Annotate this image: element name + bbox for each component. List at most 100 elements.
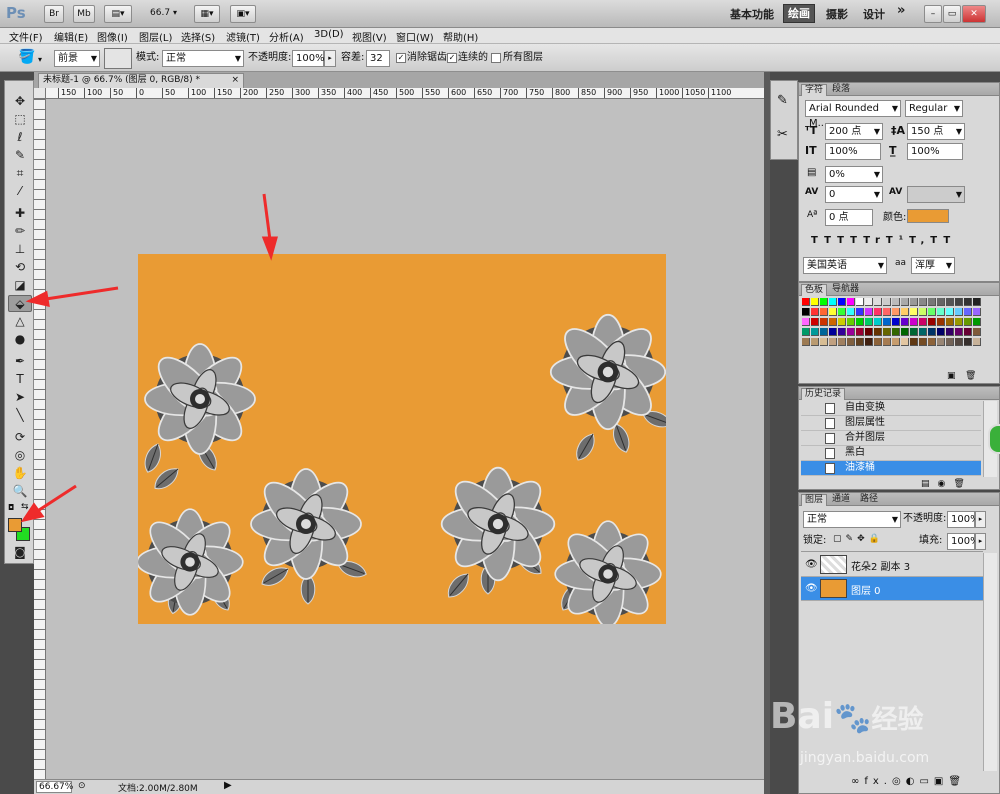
zoom-level-select[interactable]: 66.7	[150, 8, 170, 18]
new-group-icon[interactable]: ▭	[919, 776, 933, 787]
color-swatch[interactable]	[865, 318, 873, 326]
color-swatch[interactable]	[856, 318, 864, 326]
quick-selection-tool-icon[interactable]: ✎	[8, 147, 32, 164]
mode-select[interactable]: 正常 ▼	[162, 50, 244, 67]
color-swatch[interactable]	[973, 328, 981, 336]
vertical-scale-input[interactable]: 100%	[825, 143, 881, 160]
baseline-shift-input[interactable]: 0 点	[825, 209, 873, 226]
close-window-button[interactable]: ✕	[962, 5, 986, 23]
swatch-grid[interactable]	[802, 298, 982, 368]
fill-input[interactable]: 100%	[947, 533, 980, 550]
color-swatch[interactable]	[820, 318, 828, 326]
color-swatch[interactable]	[802, 308, 810, 316]
clone-stamp-tool-icon[interactable]: ⊥	[8, 241, 32, 258]
color-swatch[interactable]	[820, 328, 828, 336]
foreground-color-swatch[interactable]	[8, 518, 22, 532]
tab-channels[interactable]: 通道	[829, 494, 853, 506]
color-swatch[interactable]	[946, 318, 954, 326]
color-swatch[interactable]	[811, 338, 819, 346]
faux-bold-button[interactable]: T	[811, 235, 824, 246]
color-swatch[interactable]	[901, 308, 909, 316]
color-swatch[interactable]	[892, 328, 900, 336]
color-swatch[interactable]	[883, 318, 891, 326]
status-icon[interactable]: ⊙	[78, 781, 86, 791]
color-swatch[interactable]	[874, 318, 882, 326]
opacity-slider-button[interactable]: ▸	[324, 50, 336, 67]
lock-all-icon[interactable]: 🔒	[869, 534, 884, 544]
side-feedback-button[interactable]	[988, 424, 1000, 454]
menu-help[interactable]: 帮助(H)	[443, 29, 478, 44]
layer-row-flower-copy[interactable]: 👁 花朵2 副本 3	[801, 553, 983, 577]
paint-bucket-tool-icon[interactable]: ⬙	[8, 295, 32, 312]
color-swatch[interactable]	[946, 298, 954, 306]
lock-buttons[interactable]: ▢✎✥🔒	[833, 534, 884, 544]
chevron-down-icon[interactable]: ▾	[173, 8, 177, 17]
color-swatch[interactable]	[892, 318, 900, 326]
color-swatch[interactable]	[964, 308, 972, 316]
quick-mask-icon[interactable]: ◙	[8, 544, 32, 561]
type-tool-icon[interactable]: T	[8, 371, 32, 388]
menu-select[interactable]: 选择(S)	[181, 29, 215, 44]
color-swatch[interactable]	[802, 318, 810, 326]
color-swatch[interactable]	[910, 318, 918, 326]
layer-opacity-input[interactable]: 100%	[947, 511, 980, 528]
color-swatch[interactable]	[910, 308, 918, 316]
color-swatch[interactable]	[847, 308, 855, 316]
color-swatch[interactable]	[892, 308, 900, 316]
color-swatch[interactable]	[910, 338, 918, 346]
layer-actions[interactable]: ∞fx.◎◐▭▣🗑	[851, 776, 966, 787]
lock-transparency-icon[interactable]: ▢	[833, 534, 846, 544]
color-swatch[interactable]	[973, 308, 981, 316]
restore-button[interactable]: ▭	[943, 5, 961, 23]
delete-swatch-icon[interactable]: 🗑	[965, 371, 976, 381]
color-swatch[interactable]	[856, 338, 864, 346]
color-swatch[interactable]	[910, 328, 918, 336]
tracking-select[interactable]: ▼	[907, 186, 965, 203]
lock-pixels-icon[interactable]: ✎	[846, 534, 858, 544]
color-swatch[interactable]	[937, 328, 945, 336]
color-swatch[interactable]	[892, 298, 900, 306]
color-swatch[interactable]	[901, 328, 909, 336]
color-swatch[interactable]	[865, 308, 873, 316]
color-swatch[interactable]	[865, 338, 873, 346]
menu-analysis[interactable]: 分析(A)	[269, 29, 304, 44]
color-swatch[interactable]	[910, 298, 918, 306]
color-swatch[interactable]	[901, 298, 909, 306]
color-swatch[interactable]	[820, 298, 828, 306]
antialias-method-select[interactable]: 浑厚 ▼	[911, 257, 955, 274]
layers-scrollbar[interactable]	[983, 553, 997, 771]
color-swatch[interactable]	[820, 308, 828, 316]
leading-input[interactable]: 150 点 ▼	[907, 123, 965, 140]
color-swatch[interactable]	[937, 318, 945, 326]
snapshot-icon[interactable]: ◉	[938, 479, 954, 489]
color-swatch[interactable]	[955, 338, 963, 346]
horizontal-scale-input[interactable]: 100%	[907, 143, 963, 160]
color-swatch[interactable]	[847, 338, 855, 346]
language-select[interactable]: 美国英语 ▼	[803, 257, 887, 274]
color-swatch[interactable]	[919, 308, 927, 316]
arrange-documents-button[interactable]: ▦▾	[194, 5, 220, 23]
color-swatch[interactable]	[928, 328, 936, 336]
dodge-tool-icon[interactable]: ●	[8, 331, 32, 348]
kerning-select[interactable]: 0 ▼	[825, 186, 883, 203]
brush-tool-icon[interactable]: ✏	[8, 223, 32, 240]
color-swatch[interactable]	[856, 308, 864, 316]
color-swatch[interactable]	[829, 338, 837, 346]
workspace-essentials[interactable]: 基本功能	[730, 6, 774, 22]
new-document-icon[interactable]: ▤	[921, 479, 938, 489]
color-swatch[interactable]	[847, 318, 855, 326]
lock-position-icon[interactable]: ✥	[857, 534, 869, 544]
color-swatch[interactable]	[901, 338, 909, 346]
zoom-status-input[interactable]: 66.67%	[36, 781, 73, 793]
antialias-checkbox[interactable]: ✓	[396, 53, 406, 63]
color-swatch[interactable]	[838, 298, 846, 306]
color-swatch[interactable]	[919, 298, 927, 306]
color-swatch[interactable]	[892, 338, 900, 346]
color-swatch[interactable]	[964, 328, 972, 336]
healing-brush-tool-icon[interactable]: ✚	[8, 205, 32, 222]
color-swatch[interactable]	[928, 298, 936, 306]
layer-row-layer-0[interactable]: 👁 图层 0	[801, 577, 983, 601]
crop-tool-icon[interactable]: ⌗	[8, 165, 32, 182]
color-swatch[interactable]	[838, 328, 846, 336]
menu-filter[interactable]: 滤镜(T)	[226, 29, 260, 44]
